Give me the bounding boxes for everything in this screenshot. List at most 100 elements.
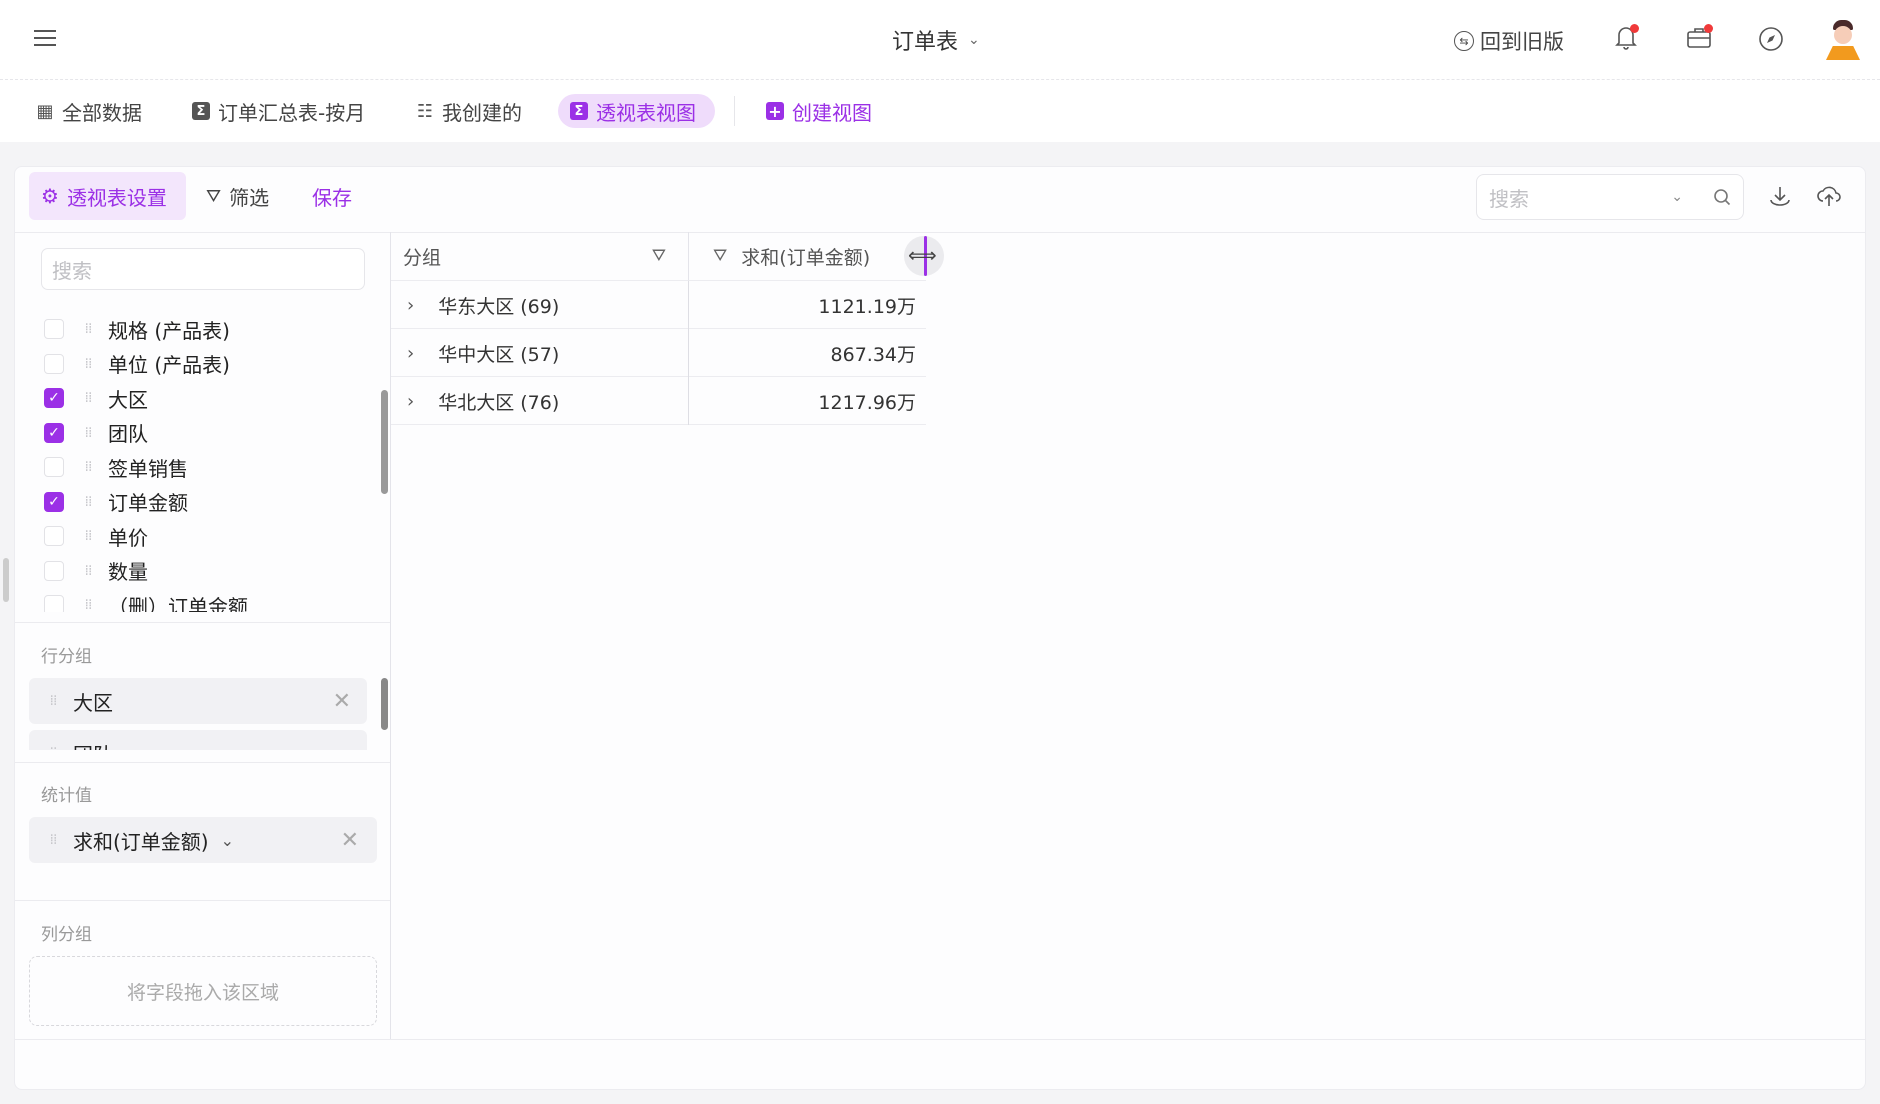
filter-button[interactable]: ⛛ 筛选 [206,182,269,211]
explore-button[interactable] [1758,26,1784,57]
chip-label: 大区 [73,690,113,715]
close-icon[interactable]: ✕ [341,828,359,853]
column-resize-handle[interactable]: ⟺ [904,236,944,276]
drag-handle-icon[interactable]: ⁞⁞ [82,322,94,336]
chevron-down-icon[interactable]: ⌄ [1671,189,1683,205]
section-divider [15,762,390,763]
chevron-down-icon[interactable]: ⌄ [338,744,351,751]
workbench-button[interactable] [1686,24,1716,54]
group-label: 华中大区 (57) [438,343,560,366]
plus-icon: + [766,102,784,121]
close-icon[interactable]: ✕ [333,689,351,714]
checkbox[interactable] [44,526,64,546]
menu-icon[interactable] [34,30,56,46]
table-row[interactable]: › 华东大区 (69) 1121.19万 [391,281,926,329]
checkbox[interactable]: ✓ [44,491,64,512]
download-icon[interactable] [1768,184,1792,208]
search-placeholder: 搜索 [1489,186,1529,211]
field-label: 签单销售 [108,456,188,481]
field-item[interactable]: ✓ ⁞⁞ 团队 [40,416,148,450]
field-item[interactable]: ⁞⁞ 单价 [40,519,148,553]
chevron-right-icon[interactable]: › [407,295,414,316]
tab-order-summary-monthly[interactable]: Σ 订单汇总表-按月 [180,94,377,128]
checkbox[interactable]: ✓ [44,422,64,443]
row-group-chip[interactable]: ⁞⁞ 团队 ⌄ [29,730,367,750]
gear-icon: ⚙ [41,184,59,208]
table-row[interactable]: › 华北大区 (76) 1217.96万 [391,377,926,425]
drag-handle-icon[interactable]: ⁞⁞ [82,391,94,405]
tab-all-data[interactable]: ▦ 全部数据 [24,94,154,128]
checkbox[interactable] [44,457,64,477]
compass-icon [1759,27,1783,51]
view-tabs: ▦ 全部数据 Σ 订单汇总表-按月 ☷ 我创建的 Σ 透视表视图 + 创建视图 [0,80,1880,142]
header-label: 分组 [403,246,442,269]
table-title-dropdown[interactable]: 订单表 ⌄ [892,24,980,56]
drag-handle-icon[interactable]: ⁞⁞ [82,495,94,509]
pivot-settings-label: 透视表设置 [66,185,167,210]
chip-label: 团队 [73,739,113,751]
field-search-input[interactable]: 搜索 [41,248,365,290]
drag-handle-icon[interactable]: ⁞⁞ [82,564,94,578]
filter-label: 筛选 [229,186,270,210]
checkbox[interactable] [44,319,64,339]
drag-handle-icon[interactable]: ⁞⁞ [47,746,59,750]
field-item[interactable]: ✓ ⁞⁞ 大区 [40,381,148,415]
grid-icon: ▦ [36,100,54,122]
chevron-down-icon[interactable]: ⌄ [221,831,234,850]
col-group-dropzone[interactable]: 将字段拖入该区域 [29,956,377,1026]
pivot-settings-button[interactable]: ⚙ 透视表设置 [29,172,186,220]
notification-button[interactable] [1614,24,1642,54]
table-row[interactable]: › 华中大区 (57) 867.34万 [391,329,926,377]
table-search-input[interactable]: 搜索 ⌄ [1476,174,1744,220]
field-item[interactable]: ⁞⁞ 签单销售 [40,450,188,484]
filter-icon[interactable]: ⛛ [652,246,666,266]
tab-created-by-me[interactable]: ☷ 我创建的 [404,94,534,128]
upload-cloud-icon[interactable] [1816,184,1842,208]
tab-label: 透视表视图 [596,100,696,125]
field-label: 数量 [108,560,148,584]
field-item[interactable]: ✓ ⁞⁞ 订单金额 [40,485,188,519]
field-item[interactable]: ⁞⁞ （删）订单金额 [40,588,248,612]
search-icon[interactable] [1713,188,1731,206]
field-item[interactable]: ⁞⁞ 规格 (产品表) [40,312,230,346]
chevron-right-icon[interactable]: › [407,343,414,364]
back-to-old-button[interactable]: ⇆ 回到旧版 [1454,26,1564,56]
field-label: 团队 [108,422,148,446]
drag-handle-icon[interactable]: ⁞⁞ [82,357,94,371]
resize-arrows-icon: ⟺ [908,243,937,267]
top-bar: 订单表 ⌄ ⇆ 回到旧版 [0,0,1880,80]
row-group-scrollbar[interactable] [381,678,388,730]
drag-handle-icon[interactable]: ⁞⁞ [82,529,94,543]
field-item[interactable]: ⁞⁞ 单位 (产品表) [40,347,230,381]
toolbar-divider [15,232,1865,233]
drag-handle-icon[interactable]: ⁞⁞ [82,598,94,612]
value-chip[interactable]: ⁞⁞ 求和(订单金额) ⌄ ✕ [29,817,377,863]
tab-label: 创建视图 [792,100,872,125]
save-button[interactable]: 保存 [312,182,352,211]
row-group-chip[interactable]: ⁞⁞ 大区 ✕ [29,678,367,724]
drag-handle-icon[interactable]: ⁞⁞ [47,833,59,847]
value-cell: 867.34万 [830,343,916,366]
field-item[interactable]: ⁞⁞ 数量 [40,554,148,588]
avatar[interactable] [1824,18,1862,62]
create-view-button[interactable]: + 创建视图 [754,94,884,128]
table-header-sum: ⛛ 求和(订单金额) [689,232,926,281]
checkbox[interactable] [44,595,64,612]
dropzone-placeholder: 将字段拖入该区域 [126,981,279,1004]
switch-icon: ⇆ [1454,31,1474,51]
drag-handle-icon[interactable]: ⁞⁞ [82,460,94,474]
filter-icon[interactable]: ⛛ [713,246,727,266]
page-scrollbar[interactable] [3,558,9,602]
field-list-scrollbar[interactable] [381,390,388,494]
sigma-icon: Σ [192,102,210,120]
drag-handle-icon[interactable]: ⁞⁞ [82,426,94,440]
chevron-right-icon[interactable]: › [407,391,414,412]
group-cell: › 华北大区 (76) [391,377,689,425]
checkbox[interactable]: ✓ [44,388,64,408]
table-header-group: 分组 ⛛ [391,232,689,281]
row-group-list: ⁞⁞ 大区 ✕ ⁞⁞ 团队 ⌄ [0,674,390,750]
checkbox[interactable] [44,353,64,374]
drag-handle-icon[interactable]: ⁞⁞ [47,694,59,708]
checkbox[interactable] [44,560,64,581]
tab-pivot-view[interactable]: Σ 透视表视图 [558,94,715,128]
